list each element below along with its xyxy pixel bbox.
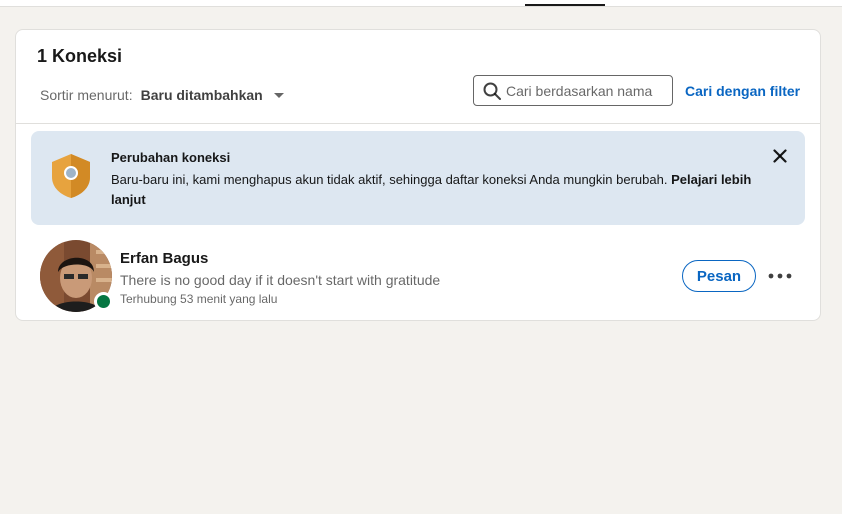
connection-name[interactable]: Erfan Bagus bbox=[120, 250, 208, 267]
search-with-filters-link[interactable]: Cari dengan filter bbox=[685, 83, 800, 99]
close-icon bbox=[773, 149, 787, 163]
search-by-name-field[interactable] bbox=[473, 75, 673, 106]
sort-dropdown[interactable]: Baru ditambahkan bbox=[141, 87, 284, 103]
caret-down-icon bbox=[273, 92, 284, 98]
sort-row: Sortir menurut: Baru ditambahkan bbox=[40, 85, 284, 105]
search-icon bbox=[483, 82, 501, 100]
more-horizontal-icon bbox=[768, 273, 792, 279]
active-tab-indicator bbox=[525, 4, 605, 6]
connections-count-title: 1 Koneksi bbox=[37, 46, 123, 66]
search-input[interactable] bbox=[506, 82, 666, 99]
connections-change-notice: Perubahan koneksi Baru-baru ini, kami me… bbox=[31, 131, 805, 225]
message-button[interactable]: Pesan bbox=[682, 260, 756, 292]
more-options-button[interactable] bbox=[766, 264, 794, 288]
sort-label: Sortir menurut: bbox=[40, 87, 133, 103]
online-status-indicator bbox=[94, 292, 113, 311]
top-nav-strip bbox=[0, 0, 842, 7]
connection-time: Terhubung 53 menit yang lalu bbox=[120, 292, 278, 306]
close-notice-button[interactable] bbox=[770, 146, 790, 166]
divider bbox=[16, 123, 820, 124]
connection-avatar[interactable] bbox=[40, 240, 113, 312]
connections-card: 1 Koneksi Sortir menurut: Baru ditambahk… bbox=[15, 29, 821, 321]
notice-text: Baru-baru ini, kami menghapus akun tidak… bbox=[111, 172, 668, 187]
notice-body: Baru-baru ini, kami menghapus akun tidak… bbox=[111, 170, 771, 210]
sort-selected-value: Baru ditambahkan bbox=[140, 87, 263, 103]
connection-headline: There is no good day if it doesn't start… bbox=[120, 272, 441, 288]
shield-icon bbox=[52, 154, 90, 198]
notice-title: Perubahan koneksi bbox=[111, 150, 231, 165]
